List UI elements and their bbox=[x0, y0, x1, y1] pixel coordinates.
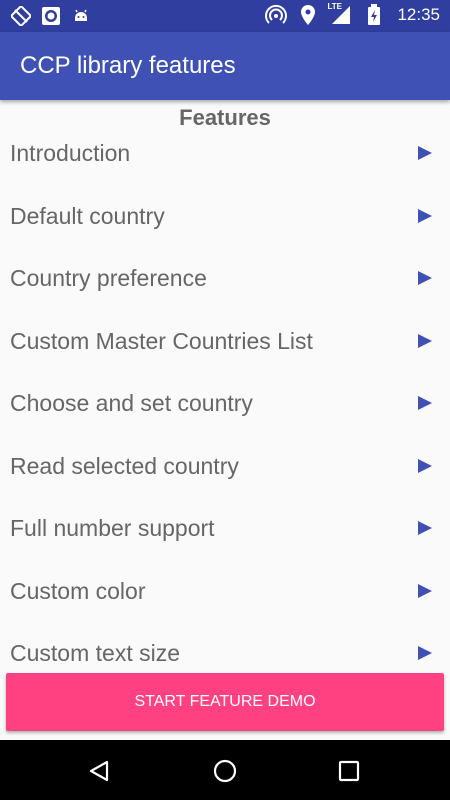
features-heading: Features bbox=[179, 105, 271, 130]
features-content[interactable]: Features Introduction Default country Coun… bbox=[0, 100, 450, 668]
feature-item[interactable]: Country preference bbox=[0, 261, 450, 324]
chevron-right-icon bbox=[418, 271, 432, 285]
feature-item-label: Introduction bbox=[10, 140, 131, 166]
feature-item-label: Read selected country bbox=[10, 452, 239, 479]
sync-off-icon bbox=[10, 5, 32, 27]
feature-item-label: Full number support bbox=[10, 515, 215, 541]
navigation-bar bbox=[0, 740, 450, 800]
back-icon[interactable] bbox=[84, 756, 114, 786]
feature-item-label: Default country bbox=[10, 202, 165, 229]
chevron-right-icon bbox=[418, 646, 432, 660]
chevron-right-icon bbox=[418, 583, 432, 598]
feature-item-label: Custom Master Countries List bbox=[10, 327, 313, 354]
feature-item[interactable]: Choose and set country bbox=[0, 386, 450, 449]
hotspot-icon bbox=[265, 4, 288, 26]
chevron-right-icon bbox=[418, 208, 432, 223]
chevron-right-icon bbox=[418, 333, 432, 348]
feature-item[interactable]: Introduction bbox=[0, 136, 450, 199]
recents-icon[interactable] bbox=[334, 756, 364, 786]
home-icon[interactable] bbox=[210, 756, 240, 786]
battery-icon bbox=[363, 4, 385, 26]
chevron-right-icon bbox=[418, 521, 432, 535]
feature-item-label: Custom text size bbox=[10, 640, 180, 666]
app-bar: CCP library features bbox=[0, 32, 450, 100]
feature-item[interactable]: Default country bbox=[0, 199, 450, 262]
signal-icon: LTE bbox=[327, 2, 353, 26]
status-clock: 12:35 bbox=[397, 5, 440, 24]
feature-item[interactable]: Custom text size bbox=[0, 636, 450, 668]
chevron-right-icon bbox=[418, 146, 432, 160]
feature-list: Introduction Default country Country prefe… bbox=[0, 136, 450, 668]
status-bar: LTE 12:35 bbox=[0, 0, 450, 32]
record-icon bbox=[40, 5, 62, 27]
feature-item-label: Country preference bbox=[10, 265, 207, 291]
app-title: CCP library features bbox=[20, 52, 236, 79]
feature-item-label: Choose and set country bbox=[10, 390, 253, 416]
network-type-label: LTE bbox=[327, 2, 342, 11]
start-feature-demo-button[interactable]: START FEATURE DEMO bbox=[6, 673, 444, 731]
android-icon bbox=[70, 5, 92, 27]
feature-item[interactable]: Read selected country bbox=[0, 449, 450, 512]
feature-item-label: Custom color bbox=[10, 577, 146, 604]
chevron-right-icon bbox=[418, 396, 432, 410]
location-icon bbox=[297, 4, 319, 26]
feature-item[interactable]: Custom color bbox=[0, 574, 450, 637]
chevron-right-icon bbox=[418, 458, 432, 473]
feature-item[interactable]: Custom Master Countries List bbox=[0, 324, 450, 387]
feature-item[interactable]: Full number support bbox=[0, 511, 450, 574]
